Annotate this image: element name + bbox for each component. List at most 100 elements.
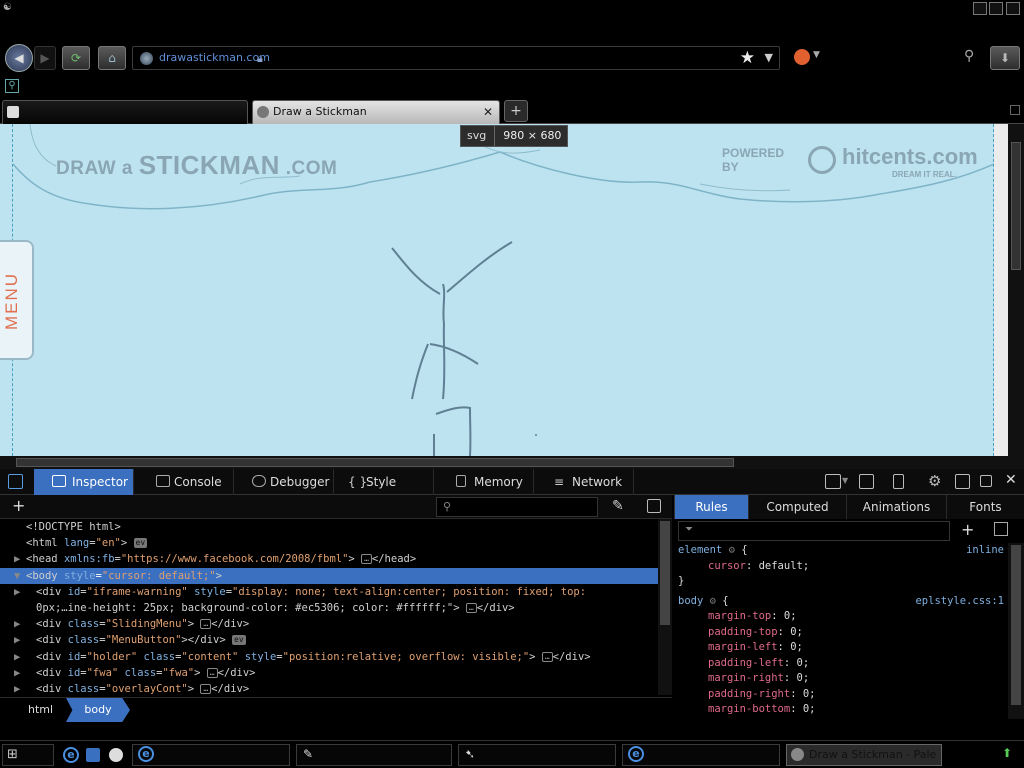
taskbar-active-window[interactable]: Draw a Stickman - Pale Moon: [786, 744, 942, 766]
taskbar-window[interactable]: e: [622, 744, 780, 766]
maximize-button[interactable]: [989, 2, 1003, 15]
bookmark-star-icon[interactable]: ★: [740, 48, 755, 68]
split-console-icon[interactable]: [825, 474, 841, 489]
rule-source-link[interactable]: eplstyle.css:1: [915, 594, 1004, 610]
collapsed-ellipsis[interactable]: …: [361, 554, 372, 565]
tab-memory[interactable]: Memory: [434, 469, 534, 495]
css-value[interactable]: 0: [790, 626, 796, 638]
event-badge[interactable]: ev: [133, 538, 148, 549]
rules-filter-input[interactable]: ⏷: [678, 521, 950, 541]
markup-node[interactable]: ▶ <head xmlns:fb="https://www.facebook.co…: [0, 551, 658, 567]
home-button[interactable]: ⌂: [98, 46, 126, 70]
dock-side-icon[interactable]: [955, 474, 970, 489]
tab-style-editor[interactable]: { } Style Editor: [334, 469, 434, 515]
collapsed-ellipsis[interactable]: …: [206, 667, 218, 678]
search-engine-icon[interactable]: [794, 49, 810, 65]
rule-source-link[interactable]: inline: [966, 543, 1004, 559]
css-value[interactable]: 0: [803, 703, 809, 715]
expand-toggle-icon[interactable]: ▶: [14, 681, 26, 695]
zoom-search-icon[interactable]: ⚲: [5, 79, 19, 93]
css-value[interactable]: 0: [784, 610, 790, 622]
tab-rules[interactable]: Rules: [675, 495, 749, 519]
add-rule-icon[interactable]: +: [961, 520, 974, 539]
vertical-scrollbar[interactable]: [1008, 124, 1024, 456]
toggle-sidebar-icon[interactable]: [859, 474, 874, 489]
taskbar-window[interactable]: e: [132, 744, 290, 766]
tab-inspector[interactable]: Inspector: [34, 469, 134, 495]
css-declaration[interactable]: margin-bottom: 0;: [674, 702, 1008, 718]
rule-selector[interactable]: body ⚙ {eplstyle.css:1: [674, 594, 1008, 610]
breadcrumb-body[interactable]: body: [66, 698, 130, 722]
css-property[interactable]: margin-top: [708, 610, 771, 622]
quicklaunch-app-icon[interactable]: [86, 748, 100, 762]
add-node-icon[interactable]: +: [12, 496, 25, 515]
markup-node[interactable]: ▶ <div id="holder" class="content" style=…: [0, 649, 658, 665]
collapsed-ellipsis[interactable]: …: [465, 602, 477, 613]
eyedropper-icon[interactable]: ✎: [612, 498, 624, 514]
css-value[interactable]: 0: [797, 657, 803, 669]
css-value[interactable]: 0: [803, 688, 809, 700]
css-property[interactable]: margin-bottom: [708, 703, 790, 715]
markup-node[interactable]: ▼ <body style="cursor: default;">: [0, 567, 658, 584]
css-property[interactable]: margin-left: [708, 641, 778, 653]
taskbar-window[interactable]: ✎: [296, 744, 452, 766]
close-window-button[interactable]: [1006, 2, 1020, 15]
scrollbar-thumb[interactable]: [1011, 545, 1021, 705]
css-property[interactable]: padding-right: [708, 688, 790, 700]
css-value[interactable]: default: [759, 560, 803, 572]
start-button[interactable]: ⊞: [2, 744, 54, 766]
expand-toggle-icon[interactable]: ▶: [14, 616, 26, 632]
css-declaration[interactable]: cursor: default;: [674, 559, 1008, 575]
internet-explorer-icon[interactable]: e: [63, 747, 79, 763]
markup-node[interactable]: ▶ <div id="iframe-warning" style="display…: [0, 584, 658, 600]
expand-toggle-icon[interactable]: ▶: [14, 584, 26, 600]
tab-other[interactable]: [2, 100, 248, 124]
toggle-pseudo-class-icon[interactable]: [994, 522, 1008, 536]
markup-search-input[interactable]: ⚲: [436, 497, 598, 517]
forward-button[interactable]: ▶: [34, 46, 56, 70]
page-content[interactable]: DRAW a STICKMAN .COM POWERED BY hitcents…: [0, 124, 1024, 456]
markup-node[interactable]: ▶ <div class="SlidingMenu"> … </div>: [0, 616, 658, 632]
downloads-button[interactable]: ⬇: [990, 46, 1020, 70]
markup-node[interactable]: ▶ <div class="MenuButton"></div> ev: [0, 632, 658, 648]
scrollbar-thumb[interactable]: [1011, 142, 1021, 270]
address-url[interactable]: drawastickman.com: [159, 51, 270, 64]
rules-pane[interactable]: element ⚙ {inline cursor: default;} body ⚙…: [674, 543, 1008, 719]
css-declaration[interactable]: padding-left: 0;: [674, 656, 1008, 672]
tab-fonts[interactable]: Fonts: [947, 495, 1024, 519]
rule-icon[interactable]: ⚙: [729, 544, 735, 556]
undock-window-icon[interactable]: [980, 475, 992, 487]
css-declaration[interactable]: margin-left: 0;: [674, 640, 1008, 656]
collapsed-ellipsis[interactable]: …: [200, 619, 212, 630]
collapsed-ellipsis[interactable]: …: [200, 683, 212, 694]
toggle-rules-pane-icon[interactable]: [647, 499, 661, 513]
tab-computed[interactable]: Computed: [749, 495, 847, 519]
sliding-menu-button[interactable]: MENU: [0, 240, 34, 360]
tab-console[interactable]: Console: [134, 469, 234, 495]
drawastickman-logo[interactable]: DRAW a STICKMAN .COM: [56, 150, 337, 181]
minimize-button[interactable]: [973, 2, 987, 15]
event-badge[interactable]: ev: [232, 635, 246, 646]
expand-toggle-icon[interactable]: ▶: [14, 649, 26, 665]
scrollbar-thumb[interactable]: [660, 521, 670, 625]
back-button[interactable]: ◀: [5, 44, 33, 72]
css-property[interactable]: padding-top: [708, 626, 778, 638]
expand-toggle-icon[interactable]: ▶: [14, 665, 26, 681]
tools-key-icon[interactable]: ⚲: [964, 48, 974, 64]
media-player-icon[interactable]: [109, 748, 123, 762]
css-declaration[interactable]: margin-right: 0;: [674, 671, 1008, 687]
history-dropdown-icon[interactable]: ▼: [765, 51, 773, 64]
markup-node[interactable]: <html lang="en"> ev: [0, 535, 658, 551]
markup-node[interactable]: ▶ <div class="overlayCont"> … </div>: [0, 681, 658, 695]
collapsed-ellipsis[interactable]: …: [541, 651, 553, 662]
markup-tree[interactable]: <!DOCTYPE html> <html lang="en"> ev ▶ <head…: [0, 519, 658, 695]
settings-gear-icon[interactable]: ⚙: [928, 472, 941, 490]
close-devtools-icon[interactable]: ✕: [1005, 472, 1017, 488]
responsive-mode-icon[interactable]: [893, 474, 904, 489]
rule-selector[interactable]: element ⚙ {inline: [674, 543, 1008, 559]
breadcrumb-html[interactable]: html: [28, 698, 53, 722]
markup-scrollbar[interactable]: [658, 519, 672, 695]
markup-node[interactable]: 0px;…ine-height: 25px; background-color:…: [0, 600, 658, 616]
css-property[interactable]: margin-right: [708, 672, 784, 684]
reload-button[interactable]: ⟳: [62, 46, 90, 70]
